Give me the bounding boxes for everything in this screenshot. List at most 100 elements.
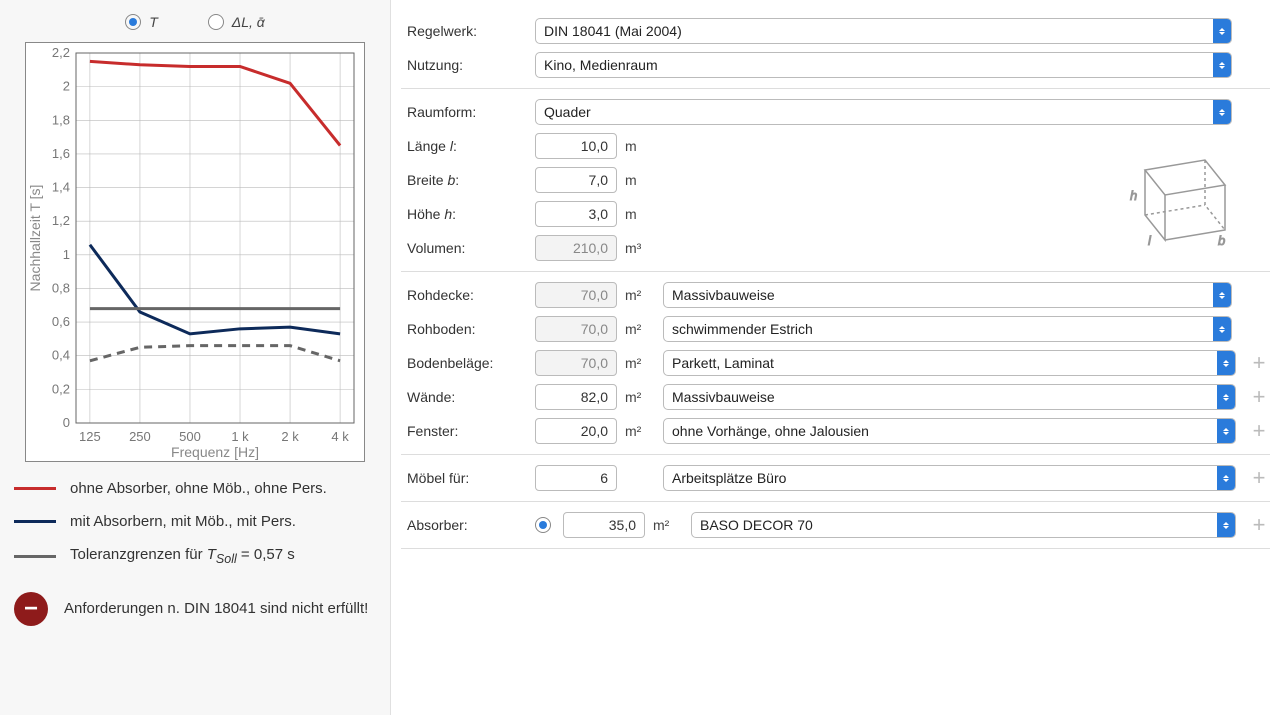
svg-text:125: 125 bbox=[79, 429, 101, 444]
svg-text:2 k: 2 k bbox=[281, 429, 299, 444]
select-absorber[interactable]: BASO DECOR 70 bbox=[691, 512, 1236, 538]
chevron-updown-icon bbox=[1213, 53, 1231, 77]
unit: m² bbox=[625, 355, 655, 371]
label-fenster: Fenster: bbox=[401, 423, 527, 439]
add-wande-button[interactable]: + bbox=[1248, 386, 1270, 408]
chevron-updown-icon bbox=[1217, 419, 1235, 443]
label-rohboden: Rohboden: bbox=[401, 321, 527, 337]
chart-legend: ohne Absorber, ohne Möb., ohne Pers. mit… bbox=[14, 480, 376, 566]
select-rohdecke[interactable]: Massivbauweise bbox=[663, 282, 1232, 308]
select-nutzung[interactable]: Kino, Medienraum bbox=[535, 52, 1232, 78]
select-fenster[interactable]: ohne Vorhänge, ohne Jalousien bbox=[663, 418, 1236, 444]
svg-text:1,4: 1,4 bbox=[52, 180, 70, 195]
select-raumform[interactable]: Quader bbox=[535, 99, 1232, 125]
chevron-updown-icon bbox=[1217, 466, 1235, 490]
warning-text: Anforderungen n. DIN 18041 sind nicht er… bbox=[64, 598, 368, 621]
label-bodenbelage: Bodenbeläge: bbox=[401, 355, 527, 371]
unit: m³ bbox=[625, 240, 655, 256]
chevron-updown-icon bbox=[1213, 19, 1231, 43]
unit: m bbox=[625, 138, 655, 154]
radio-dot-icon bbox=[125, 14, 141, 30]
radio-t[interactable]: T bbox=[125, 14, 158, 30]
legend-red: ohne Absorber, ohne Möb., ohne Pers. bbox=[14, 480, 376, 497]
svg-text:b: b bbox=[1218, 233, 1225, 248]
unit: m bbox=[625, 206, 655, 222]
chevron-updown-icon bbox=[1213, 100, 1231, 124]
select-regelwerk[interactable]: DIN 18041 (Mai 2004) bbox=[535, 18, 1232, 44]
svg-text:500: 500 bbox=[179, 429, 201, 444]
svg-text:1,6: 1,6 bbox=[52, 146, 70, 161]
input-breite[interactable] bbox=[535, 167, 617, 193]
right-panel: Regelwerk: DIN 18041 (Mai 2004) Nutzung:… bbox=[390, 0, 1280, 715]
svg-text:0,8: 0,8 bbox=[52, 280, 70, 295]
add-mobel-button[interactable]: + bbox=[1248, 467, 1270, 489]
absorber-radio[interactable] bbox=[535, 517, 551, 533]
input-fenster[interactable] bbox=[535, 418, 617, 444]
select-wande[interactable]: Massivbauweise bbox=[663, 384, 1236, 410]
svg-text:1,2: 1,2 bbox=[52, 213, 70, 228]
input-wande[interactable] bbox=[535, 384, 617, 410]
legend-red-text: ohne Absorber, ohne Möb., ohne Pers. bbox=[70, 480, 327, 497]
warning-banner: − Anforderungen n. DIN 18041 sind nicht … bbox=[14, 592, 376, 626]
svg-text:0,6: 0,6 bbox=[52, 314, 70, 329]
label-raumform: Raumform: bbox=[401, 104, 527, 120]
unit: m² bbox=[625, 389, 655, 405]
unit: m bbox=[625, 172, 655, 188]
label-lange: Länge l: bbox=[401, 138, 527, 154]
input-bodenbelage bbox=[535, 350, 617, 376]
label-hohe: Höhe h: bbox=[401, 206, 527, 222]
legend-grey-text: Toleranzgrenzen für TSoll = 0,57 s bbox=[70, 546, 295, 566]
add-bodenbelage-button[interactable]: + bbox=[1248, 352, 1270, 374]
svg-text:1 k: 1 k bbox=[231, 429, 249, 444]
unit: m² bbox=[625, 423, 655, 439]
label-regelwerk: Regelwerk: bbox=[401, 23, 527, 39]
add-fenster-button[interactable]: + bbox=[1248, 420, 1270, 442]
chevron-updown-icon bbox=[1217, 385, 1235, 409]
radio-dl-label: ΔL, ᾱ bbox=[232, 14, 265, 30]
svg-text:0: 0 bbox=[63, 415, 70, 430]
label-nutzung: Nutzung: bbox=[401, 57, 527, 73]
label-mobel: Möbel für: bbox=[401, 470, 527, 486]
reverberation-chart: 00,20,40,60,811,21,41,61,822,21252505001… bbox=[25, 42, 365, 462]
svg-text:1: 1 bbox=[63, 247, 70, 262]
input-absorber[interactable] bbox=[563, 512, 645, 538]
select-rohboden[interactable]: schwimmender Estrich bbox=[663, 316, 1232, 342]
svg-text:0,2: 0,2 bbox=[52, 381, 70, 396]
svg-text:h: h bbox=[1130, 188, 1137, 203]
svg-text:l: l bbox=[1148, 233, 1152, 248]
label-absorber: Absorber: bbox=[401, 517, 527, 533]
select-mobel[interactable]: Arbeitsplätze Büro bbox=[663, 465, 1236, 491]
svg-text:2: 2 bbox=[63, 79, 70, 94]
legend-grey: Toleranzgrenzen für TSoll = 0,57 s bbox=[14, 546, 376, 566]
input-volumen bbox=[535, 235, 617, 261]
input-hohe[interactable] bbox=[535, 201, 617, 227]
input-mobel[interactable] bbox=[535, 465, 617, 491]
label-rohdecke: Rohdecke: bbox=[401, 287, 527, 303]
label-wande: Wände: bbox=[401, 389, 527, 405]
unit: m² bbox=[625, 321, 655, 337]
chevron-updown-icon bbox=[1213, 317, 1231, 341]
chevron-updown-icon bbox=[1213, 283, 1231, 307]
svg-text:4 k: 4 k bbox=[331, 429, 349, 444]
room-cuboid-icon: h l b bbox=[1100, 150, 1240, 263]
svg-text:2,2: 2,2 bbox=[52, 45, 70, 60]
input-lange[interactable] bbox=[535, 133, 617, 159]
radio-dot-icon bbox=[208, 14, 224, 30]
unit: m² bbox=[625, 287, 655, 303]
radio-dl[interactable]: ΔL, ᾱ bbox=[208, 14, 265, 30]
minus-circle-icon: − bbox=[14, 592, 48, 626]
legend-navy-text: mit Absorbern, mit Möb., mit Pers. bbox=[70, 513, 296, 530]
select-bodenbelage[interactable]: Parkett, Laminat bbox=[663, 350, 1236, 376]
svg-text:250: 250 bbox=[129, 429, 151, 444]
radio-t-label: T bbox=[149, 14, 158, 30]
input-rohboden bbox=[535, 316, 617, 342]
unit: m² bbox=[653, 517, 683, 533]
add-absorber-button[interactable]: + bbox=[1248, 514, 1270, 536]
svg-text:Frequenz [Hz]: Frequenz [Hz] bbox=[171, 444, 259, 460]
left-panel: T ΔL, ᾱ 00,20,40,60,811,21,41,61,822,212… bbox=[0, 0, 390, 715]
chart-mode-radios: T ΔL, ᾱ bbox=[14, 14, 376, 30]
input-rohdecke bbox=[535, 282, 617, 308]
svg-text:0,4: 0,4 bbox=[52, 348, 70, 363]
label-breite: Breite b: bbox=[401, 172, 527, 188]
chevron-updown-icon bbox=[1217, 513, 1235, 537]
